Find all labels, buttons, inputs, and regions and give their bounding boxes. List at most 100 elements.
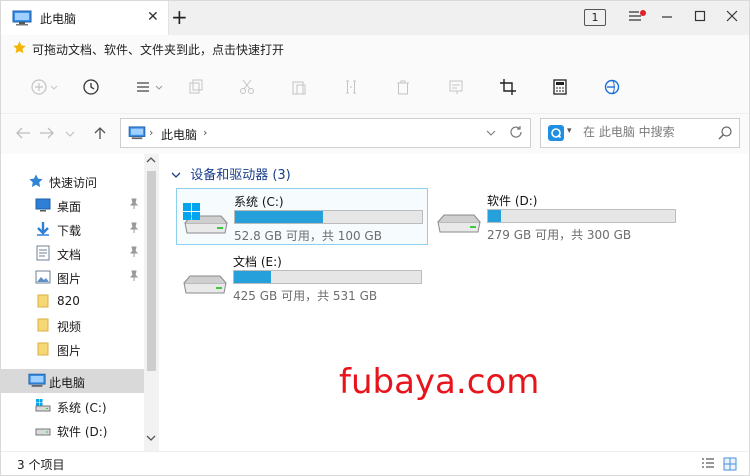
scroll-up-icon[interactable] bbox=[146, 156, 156, 167]
search-engine-icon[interactable] bbox=[548, 125, 564, 141]
pin-icon[interactable] bbox=[128, 246, 140, 261]
system-drive-icon bbox=[183, 203, 229, 238]
explorer-window: 此电脑 ✕ + 1 可拖动文档、软件、文件夹到此，点击快速打开 › 此电脑 › … bbox=[0, 0, 750, 476]
group-title: 设备和驱动器 (3) bbox=[190, 168, 291, 183]
sidebar-item-label: 快速访问 bbox=[49, 176, 98, 190]
history-icon[interactable] bbox=[83, 79, 99, 98]
star-icon bbox=[28, 173, 44, 192]
toolbar bbox=[1, 62, 749, 114]
breadcrumb-separator[interactable]: › bbox=[149, 126, 153, 139]
notification-dot bbox=[640, 10, 646, 16]
download-icon bbox=[35, 221, 51, 240]
sidebar-item-label: 软件 (D:) bbox=[57, 425, 108, 439]
crop-icon[interactable] bbox=[500, 79, 516, 98]
item-count: 3 个项目 bbox=[17, 458, 65, 472]
pin-icon[interactable] bbox=[128, 270, 140, 285]
address-bar[interactable]: › 此电脑 › bbox=[120, 118, 531, 148]
status-bar: 3 个项目 bbox=[1, 451, 749, 475]
sidebar-item-label: 视频 bbox=[57, 320, 82, 334]
delete-icon[interactable] bbox=[395, 79, 411, 98]
tab-count-button[interactable]: 1 bbox=[584, 9, 606, 26]
refresh-icon[interactable] bbox=[509, 125, 523, 142]
browser-icon[interactable] bbox=[604, 79, 620, 98]
computer-icon bbox=[28, 373, 46, 391]
sidebar-item-pictures-folder[interactable]: 图片 bbox=[1, 337, 144, 361]
sidebar-item-downloads[interactable]: 下载 bbox=[1, 217, 144, 241]
sidebar-item-drive-d[interactable]: 软件 (D:) bbox=[1, 418, 144, 442]
sidebar-item-label: 此电脑 bbox=[49, 376, 86, 390]
drive-usage-bar bbox=[233, 270, 422, 284]
drive-icon bbox=[35, 398, 51, 417]
content-pane: 设备和驱动器 (3) 系统 (C:) 52.8 GB 可用，共 100 GB 软… bbox=[159, 154, 749, 451]
drive-name: 软件 (D:) bbox=[487, 194, 538, 208]
sidebar-item-label: 文档 bbox=[57, 248, 82, 262]
drive-icon bbox=[436, 202, 482, 237]
drive-usage-bar bbox=[487, 209, 676, 223]
minimize-icon[interactable] bbox=[660, 9, 674, 26]
drive-e[interactable]: 文档 (E:) 425 GB 可用，共 531 GB bbox=[176, 249, 428, 306]
sidebar-item-label: 桌面 bbox=[57, 200, 82, 214]
new-tab-button[interactable]: + bbox=[171, 5, 188, 29]
drive-d[interactable]: 软件 (D:) 279 GB 可用，共 300 GB bbox=[430, 188, 682, 245]
recent-dropdown-icon[interactable] bbox=[65, 126, 75, 144]
sidebar-item-drive-c[interactable]: 系统 (C:) bbox=[1, 394, 144, 418]
drive-c[interactable]: 系统 (C:) 52.8 GB 可用，共 100 GB bbox=[176, 188, 428, 245]
sidebar-item-quick-access[interactable]: 快速访问 bbox=[1, 169, 144, 193]
pin-icon[interactable] bbox=[128, 198, 140, 213]
folder-icon bbox=[35, 317, 51, 336]
sidebar-item-label: 系统 (C:) bbox=[57, 401, 107, 415]
computer-icon bbox=[12, 10, 32, 29]
close-tab-icon[interactable]: ✕ bbox=[147, 9, 159, 25]
search-box[interactable]: ▾ bbox=[540, 118, 740, 148]
watermark-text: fubaya.com bbox=[339, 362, 540, 402]
pin-icon[interactable] bbox=[128, 222, 140, 237]
calculator-icon[interactable] bbox=[552, 79, 568, 98]
details-view-icon[interactable] bbox=[701, 457, 715, 474]
paste-icon[interactable] bbox=[291, 79, 307, 98]
new-item-icon[interactable] bbox=[31, 79, 61, 98]
view-options-icon[interactable] bbox=[136, 79, 166, 98]
collapse-icon[interactable] bbox=[171, 171, 184, 182]
search-icon[interactable] bbox=[717, 125, 733, 144]
favorites-bar[interactable]: 可拖动文档、软件、文件夹到此，点击快速打开 bbox=[1, 35, 749, 62]
star-icon bbox=[12, 40, 27, 58]
up-icon[interactable] bbox=[93, 126, 107, 144]
close-window-icon[interactable] bbox=[725, 9, 739, 26]
drive-usage-fill bbox=[234, 271, 272, 283]
large-icons-view-icon[interactable] bbox=[723, 457, 737, 474]
sidebar-item-pictures[interactable]: 图片 bbox=[1, 265, 144, 289]
tab-this-pc[interactable]: 此电脑 ✕ bbox=[1, 1, 169, 35]
drive-icon bbox=[182, 263, 228, 298]
favorites-hint: 可拖动文档、软件、文件夹到此，点击快速打开 bbox=[32, 43, 285, 57]
forward-icon[interactable] bbox=[39, 126, 55, 144]
scrollbar-thumb[interactable] bbox=[147, 171, 156, 371]
sidebar-item-folder-820[interactable]: 820 bbox=[1, 289, 144, 313]
address-dropdown-icon[interactable] bbox=[486, 125, 496, 142]
properties-icon[interactable] bbox=[448, 79, 464, 98]
drive-usage-fill bbox=[235, 211, 324, 223]
engine-dropdown-icon[interactable]: ▾ bbox=[567, 126, 572, 136]
copy-icon[interactable] bbox=[188, 79, 204, 98]
back-icon[interactable] bbox=[15, 126, 31, 144]
folder-icon bbox=[35, 341, 51, 360]
drive-usage-bar bbox=[234, 210, 423, 224]
sidebar-item-desktop[interactable]: 桌面 bbox=[1, 193, 144, 217]
drive-free-space: 279 GB 可用，共 300 GB bbox=[487, 228, 632, 242]
search-input[interactable] bbox=[583, 125, 713, 139]
breadcrumb-separator[interactable]: › bbox=[203, 126, 207, 139]
scroll-down-icon[interactable] bbox=[146, 434, 156, 445]
cut-icon[interactable] bbox=[239, 79, 255, 98]
navigation-pane: 快速访问 桌面 下载 文档 图片 820 视频 图片 此电脑 系统 (C:) 软… bbox=[1, 154, 159, 451]
tab-title: 此电脑 bbox=[40, 12, 77, 26]
sidebar-item-label: 图片 bbox=[57, 272, 82, 286]
sidebar-item-this-pc[interactable]: 此电脑 bbox=[1, 369, 144, 393]
maximize-icon[interactable] bbox=[693, 9, 707, 26]
document-icon bbox=[35, 245, 51, 264]
sidebar-scrollbar[interactable] bbox=[144, 154, 159, 451]
drive-free-space: 52.8 GB 可用，共 100 GB bbox=[234, 229, 382, 243]
group-header-devices[interactable]: 设备和驱动器 (3) bbox=[171, 164, 291, 183]
sidebar-item-videos[interactable]: 视频 bbox=[1, 313, 144, 337]
sidebar-item-documents[interactable]: 文档 bbox=[1, 241, 144, 265]
breadcrumb-this-pc[interactable]: 此电脑 bbox=[161, 126, 197, 143]
rename-icon[interactable] bbox=[343, 79, 359, 98]
